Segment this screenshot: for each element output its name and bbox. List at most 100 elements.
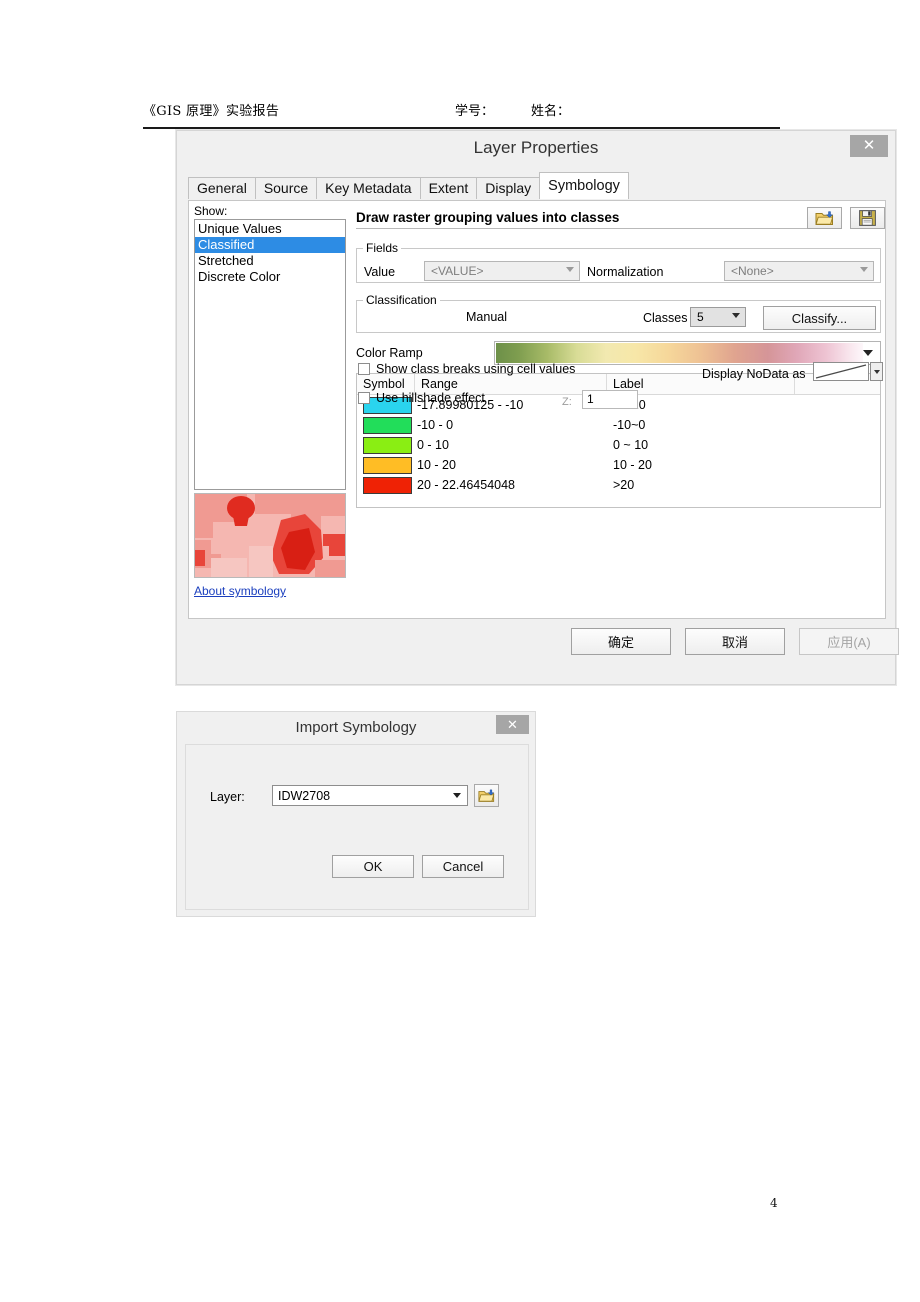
checkbox-box[interactable]	[358, 392, 370, 404]
close-icon[interactable]: ✕	[496, 715, 529, 734]
layer-label: Layer:	[210, 790, 245, 804]
folder-browse-glyph	[478, 789, 495, 802]
symbol-swatch[interactable]	[363, 456, 412, 474]
classification-method: Manual	[466, 310, 507, 324]
chevron-down-icon	[566, 267, 574, 272]
floppy-save-icon[interactable]	[850, 207, 885, 229]
z-label: Z:	[562, 396, 572, 408]
floppy-save-glyph	[859, 210, 876, 226]
report-title: 《GIS 原理》实验报告	[143, 104, 280, 119]
layer-properties-window: Layer Properties ✕ General Source Key Me…	[176, 130, 899, 685]
import-cancel-button[interactable]: Cancel	[422, 855, 504, 878]
symbology-panel: Show: Unique Values Classified Stretched…	[188, 200, 886, 619]
classes-combobox[interactable]: 5	[690, 307, 746, 327]
show-class-breaks-checkbox[interactable]: Show class breaks using cell values	[358, 362, 575, 376]
show-class-breaks-label: Show class breaks using cell values	[376, 362, 576, 376]
symbol-swatch-cell[interactable]	[357, 476, 415, 494]
symbol-swatch[interactable]	[363, 476, 412, 494]
import-window-title: Import Symbology	[295, 719, 417, 736]
value-label: Value	[364, 265, 396, 279]
table-row[interactable]: 10 - 20 10 - 20	[357, 455, 880, 475]
normalization-label: Normalization	[587, 265, 664, 279]
fields-legend: Fields	[366, 241, 399, 255]
show-label: Show:	[194, 204, 228, 218]
chevron-down-icon	[860, 267, 868, 272]
symbol-swatch-cell[interactable]	[357, 436, 415, 454]
checkbox-box[interactable]	[358, 363, 370, 375]
symbology-right-pane: Draw raster grouping values into classes	[354, 207, 885, 613]
import-symbology-window: Import Symbology ✕ Layer: IDW2708 OK Can…	[176, 711, 536, 917]
import-ok-button[interactable]: OK	[332, 855, 414, 878]
ok-button[interactable]: 确定	[571, 628, 671, 655]
chevron-down-icon	[863, 350, 873, 356]
range-value[interactable]: -10 - 0	[415, 418, 607, 432]
chevron-down-icon	[732, 313, 740, 318]
range-value[interactable]: 0 - 10	[415, 438, 607, 452]
raster-preview-image	[195, 494, 345, 577]
range-value[interactable]: 20 - 22.46454048	[415, 478, 607, 492]
tab-source[interactable]: Source	[254, 177, 318, 199]
value-combobox[interactable]: <VALUE>	[424, 261, 580, 281]
show-item-discrete-color[interactable]: Discrete Color	[195, 269, 345, 285]
show-item-stretched[interactable]: Stretched	[195, 253, 345, 269]
symbol-swatch-cell[interactable]	[357, 456, 415, 474]
table-row[interactable]: 0 - 10 0 ~ 10	[357, 435, 880, 455]
classes-value: 5	[697, 310, 704, 324]
table-row[interactable]: 20 - 22.46454048 >20	[357, 475, 880, 495]
normalization-combobox[interactable]: <None>	[724, 261, 874, 281]
show-list[interactable]: Unique Values Classified Stretched Discr…	[194, 219, 346, 490]
symbology-preview-thumbnail	[194, 493, 346, 578]
heading-divider	[356, 228, 811, 229]
label-value[interactable]: 0 ~ 10	[607, 438, 795, 452]
nodata-dropdown-button[interactable]	[870, 362, 883, 381]
table-row[interactable]: -10 - 0 -10~0	[357, 415, 880, 435]
value-combobox-text: <VALUE>	[431, 264, 484, 278]
draw-heading: Draw raster grouping values into classes	[356, 210, 620, 225]
apply-button: 应用(A)	[799, 628, 899, 655]
color-ramp-gradient	[496, 343, 863, 363]
tab-key-metadata[interactable]: Key Metadata	[316, 177, 421, 199]
import-symbology-body: Layer: IDW2708 OK Cancel	[185, 744, 529, 910]
tab-bar: General Source Key Metadata Extent Displ…	[188, 172, 629, 199]
chevron-down-icon	[453, 793, 461, 798]
close-icon[interactable]: ✕	[850, 135, 888, 157]
classes-label: Classes	[643, 311, 688, 325]
range-value[interactable]: 10 - 20	[415, 458, 607, 472]
z-input[interactable]: 1	[582, 390, 638, 409]
color-ramp-label: Color Ramp	[356, 346, 423, 360]
classification-legend: Classification	[366, 293, 437, 307]
tab-extent[interactable]: Extent	[419, 177, 478, 199]
window-title: Layer Properties	[473, 138, 599, 157]
student-name-label: 姓名：	[531, 104, 571, 119]
display-nodata-label: Display NoData as	[702, 367, 806, 381]
classify-button[interactable]: Classify...	[763, 306, 876, 330]
folder-import-icon[interactable]	[807, 207, 842, 229]
tab-display[interactable]: Display	[476, 177, 541, 199]
header-divider	[143, 127, 780, 129]
student-id-label: 学号：	[455, 104, 495, 119]
nodata-swatch[interactable]	[813, 362, 869, 381]
folder-browse-icon[interactable]	[474, 784, 499, 807]
no-color-diagonal-icon	[815, 364, 867, 379]
symbol-swatch-cell[interactable]	[357, 416, 415, 434]
label-value[interactable]: >20	[607, 478, 795, 492]
normalization-combobox-text: <None>	[731, 264, 774, 278]
about-symbology-link[interactable]: About symbology	[194, 584, 286, 598]
layer-combobox-text: IDW2708	[278, 788, 331, 803]
layer-properties-titlebar: Layer Properties ✕	[177, 131, 895, 166]
show-item-unique-values[interactable]: Unique Values	[195, 221, 345, 237]
label-value[interactable]: 10 - 20	[607, 458, 795, 472]
tab-general[interactable]: General	[188, 177, 256, 199]
tab-symbology[interactable]: Symbology	[539, 172, 629, 199]
layer-combobox[interactable]: IDW2708	[272, 785, 468, 806]
symbol-swatch[interactable]	[363, 436, 412, 454]
folder-import-glyph	[815, 210, 834, 225]
cancel-button[interactable]: 取消	[685, 628, 785, 655]
use-hillshade-checkbox[interactable]: Use hillshade effect	[358, 391, 485, 405]
show-item-classified[interactable]: Classified	[195, 237, 345, 253]
document-header: 《GIS 原理》实验报告 学号： 姓名：	[143, 99, 780, 129]
label-value[interactable]: -10~0	[607, 418, 795, 432]
use-hillshade-label: Use hillshade effect	[376, 391, 485, 405]
chevron-down-icon	[874, 370, 880, 374]
symbol-swatch[interactable]	[363, 416, 412, 434]
